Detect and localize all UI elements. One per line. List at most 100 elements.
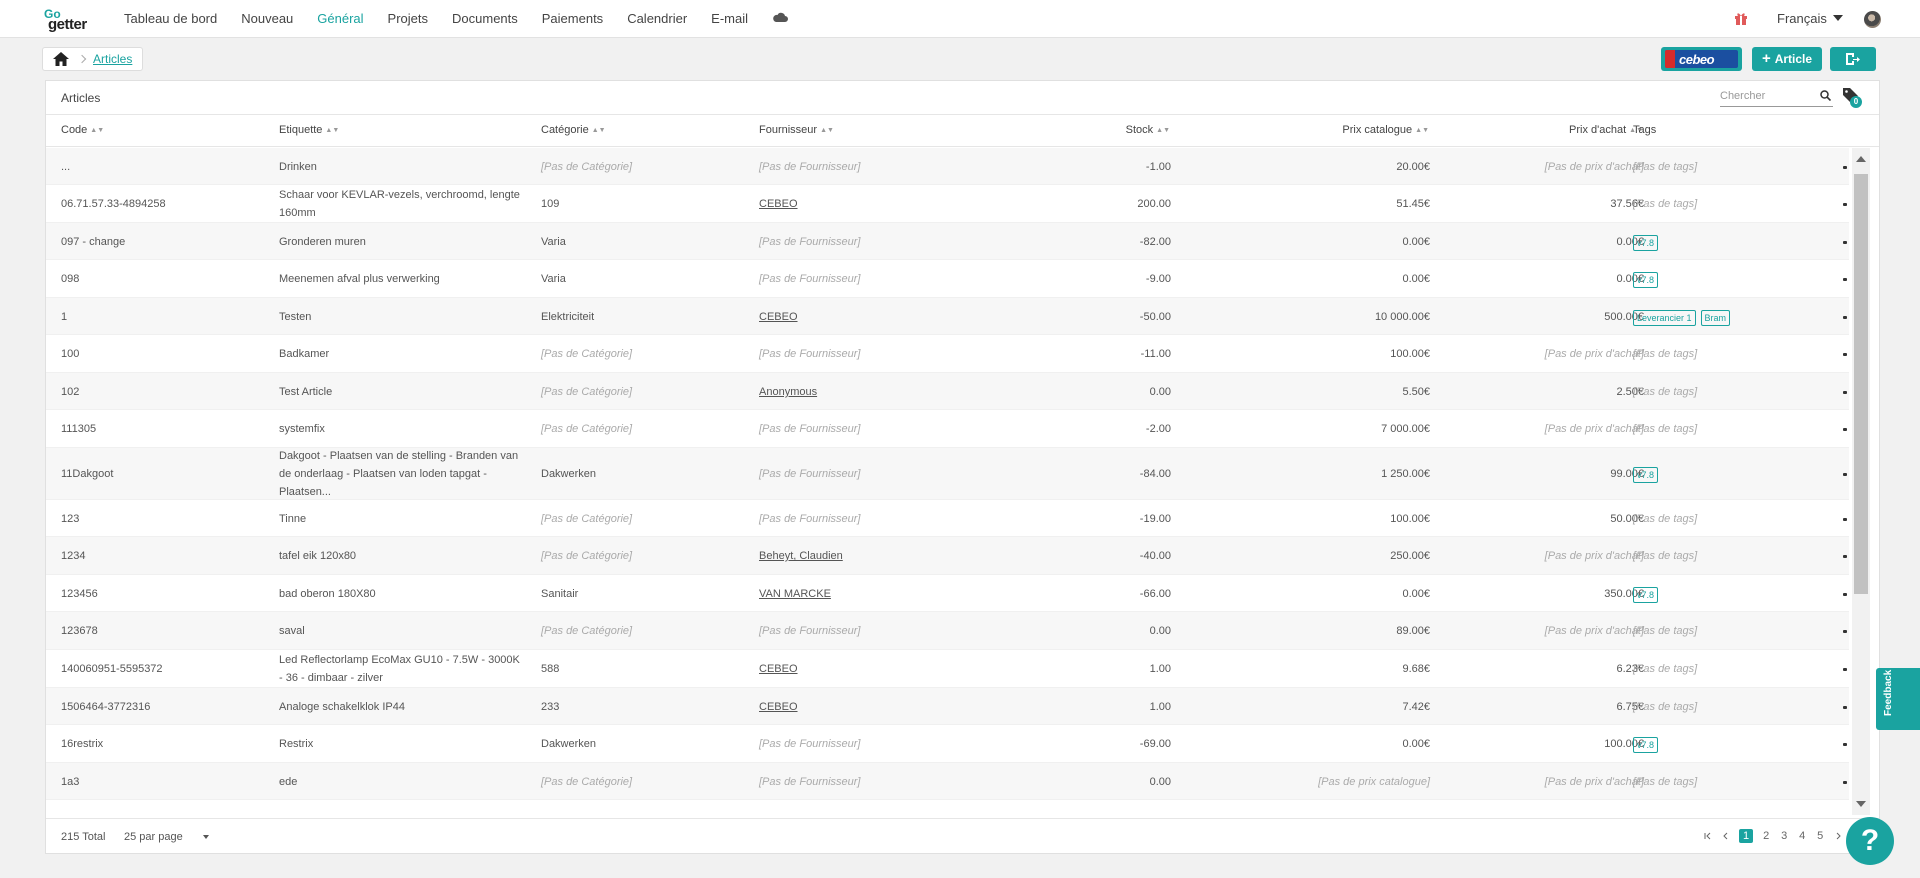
table-row[interactable]: 098 Meenemen afval plus verwerking Varia [P…: [46, 260, 1849, 298]
table-row[interactable]: 123678 saval [Pas de Catégorie] [Pas de Fou…: [46, 612, 1849, 650]
cell-supplier-link[interactable]: CEBEO: [759, 698, 798, 716]
cell-stock: 1.00: [1149, 701, 1171, 713]
scroll-down-arrow[interactable]: [1856, 801, 1866, 807]
tag-badge[interactable]: v7.8: [1633, 235, 1659, 251]
table-row[interactable]: ... Drinken [Pas de Catégorie] [Pas de Four…: [46, 148, 1849, 185]
column-header-stock[interactable]: Stock ▲▼: [1126, 124, 1170, 136]
column-header-categorie[interactable]: Catégorie ▲▼: [541, 124, 606, 136]
nav-paiements[interactable]: Paiements: [542, 11, 603, 26]
tag-badge[interactable]: v7.8: [1633, 467, 1659, 483]
row-menu-icon[interactable]: [1843, 555, 1847, 558]
row-menu-icon[interactable]: [1843, 593, 1847, 596]
cell-stock: -69.00: [1139, 738, 1171, 750]
cell-supplier: [Pas de Fournisseur]: [759, 236, 861, 248]
table-row[interactable]: 1234 tafel eik 120x80 [Pas de Catégorie] Be…: [46, 537, 1849, 575]
table-row[interactable]: 1506464-3772316 Analoge schakelklok IP44 2…: [46, 688, 1849, 725]
page-4[interactable]: 4: [1797, 830, 1807, 842]
scrollbar-thumb[interactable]: [1854, 174, 1868, 594]
language-selector[interactable]: Français: [1777, 11, 1843, 26]
row-menu-icon[interactable]: [1843, 203, 1847, 206]
table-row[interactable]: 102 Test Article [Pas de Catégorie] Anonymo…: [46, 373, 1849, 410]
row-menu-icon[interactable]: [1843, 278, 1847, 281]
table-row[interactable]: 1a3 ede [Pas de Catégorie] [Pas de Fourniss…: [46, 763, 1849, 800]
sort-icon: ▲▼: [1156, 127, 1170, 134]
cell-supplier-link[interactable]: CEBEO: [759, 660, 798, 678]
home-icon[interactable]: [53, 52, 69, 66]
table-row[interactable]: 16restrix Restrix Dakwerken [Pas de Fournis…: [46, 725, 1849, 763]
nav-calendrier[interactable]: Calendrier: [627, 11, 687, 26]
cell-code: 140060951-5595372: [61, 663, 163, 675]
next-page-icon[interactable]: [1833, 831, 1843, 841]
nav-general[interactable]: Général: [317, 11, 363, 26]
cell-supplier-link[interactable]: CEBEO: [759, 195, 798, 213]
per-page-select[interactable]: 25 par page: [124, 831, 209, 843]
search-box: [1720, 87, 1833, 107]
row-menu-icon[interactable]: [1843, 353, 1847, 356]
add-article-button[interactable]: + Article: [1752, 47, 1822, 71]
page-3[interactable]: 3: [1779, 830, 1789, 842]
row-menu-icon[interactable]: [1843, 743, 1847, 746]
row-menu-icon[interactable]: [1843, 781, 1847, 784]
export-button[interactable]: [1830, 47, 1876, 71]
tag-badge[interactable]: v7.8: [1633, 737, 1659, 753]
table-row[interactable]: 111305 systemfix [Pas de Catégorie] [Pas de…: [46, 410, 1849, 448]
tag-badge[interactable]: Bram: [1700, 310, 1731, 326]
table-row[interactable]: 123456 bad oberon 180X80 Sanitair VAN MARCK…: [46, 575, 1849, 612]
row-menu-icon[interactable]: [1843, 241, 1847, 244]
row-menu-icon[interactable]: [1843, 473, 1847, 476]
user-avatar[interactable]: [1864, 11, 1881, 28]
row-menu-icon[interactable]: [1843, 166, 1847, 169]
cebeo-button[interactable]: cebeo: [1661, 47, 1742, 71]
table-row[interactable]: 123 Tinne [Pas de Catégorie] [Pas de Fourni…: [46, 500, 1849, 537]
tag-badge[interactable]: v7.8: [1633, 272, 1659, 288]
table-row[interactable]: 06.71.57.33-4894258 Schaar voor KEVLAR-ve…: [46, 185, 1849, 223]
row-menu-icon[interactable]: [1843, 518, 1847, 521]
row-menu-icon[interactable]: [1843, 391, 1847, 394]
row-menu-icon[interactable]: [1843, 428, 1847, 431]
help-button[interactable]: ?: [1846, 817, 1894, 865]
table-row[interactable]: 11Dakgoot Dakgoot - Plaatsen van de stell…: [46, 448, 1849, 500]
table-header: Code ▲▼ Etiquette ▲▼ Catégorie ▲▼ Fournisse…: [46, 115, 1879, 147]
cell-supplier-link[interactable]: VAN MARCKE: [759, 585, 831, 603]
cloud-icon[interactable]: [772, 12, 789, 22]
nav-documents[interactable]: Documents: [452, 11, 518, 26]
cell-supplier-link[interactable]: CEBEO: [759, 308, 798, 326]
column-header-prix-achat[interactable]: Prix d'achat ▲▼: [1569, 124, 1643, 136]
breadcrumb-articles-link[interactable]: Articles: [93, 52, 132, 66]
nav-projets[interactable]: Projets: [388, 11, 428, 26]
table-row[interactable]: 140060951-5595372 Led Reflectorlamp EcoMa…: [46, 650, 1849, 688]
gogetter-logo[interactable]: Go getter: [44, 7, 100, 33]
table-row[interactable]: 097 - change Gronderen muren Varia [Pas de …: [46, 223, 1849, 260]
cell-category: [Pas de Catégorie]: [541, 161, 633, 173]
column-header-prix-catalogue[interactable]: Prix catalogue ▲▼: [1342, 124, 1429, 136]
scroll-up-arrow[interactable]: [1856, 156, 1866, 162]
column-header-etiquette[interactable]: Etiquette ▲▼: [279, 124, 339, 136]
row-menu-icon[interactable]: [1843, 668, 1847, 671]
cell-supplier-link[interactable]: Beheyt, Claudien: [759, 547, 843, 565]
row-menu-icon[interactable]: [1843, 316, 1847, 319]
cell-supplier-link[interactable]: Anonymous: [759, 383, 817, 401]
page-1[interactable]: 1: [1739, 829, 1754, 843]
search-icon[interactable]: [1820, 90, 1831, 101]
page-5[interactable]: 5: [1815, 830, 1825, 842]
tag-badge[interactable]: v7.8: [1633, 587, 1659, 603]
row-menu-icon[interactable]: [1843, 706, 1847, 709]
feedback-tab[interactable]: Feedback: [1876, 668, 1920, 730]
gift-icon[interactable]: [1734, 11, 1748, 25]
search-input[interactable]: [1720, 87, 1816, 105]
nav-nouveau[interactable]: Nouveau: [241, 11, 293, 26]
nav-tableau-de-bord[interactable]: Tableau de bord: [124, 11, 217, 26]
table-row[interactable]: 1 Testen Elektriciteit CEBEO -50.00 10 000.00…: [46, 298, 1849, 335]
page-2[interactable]: 2: [1761, 830, 1771, 842]
cell-code: 097 - change: [61, 236, 126, 248]
nav-email[interactable]: E-mail: [711, 11, 748, 26]
first-page-icon[interactable]: [1703, 831, 1713, 841]
previous-page-icon[interactable]: [1721, 831, 1731, 841]
column-header-code[interactable]: Code ▲▼: [61, 124, 104, 136]
chevron-down-icon: [202, 835, 209, 839]
tag-badge[interactable]: Leverancier 1: [1633, 310, 1696, 326]
column-header-fournisseur[interactable]: Fournisseur ▲▼: [759, 124, 834, 136]
cell-category: 588: [541, 663, 560, 675]
row-menu-icon[interactable]: [1843, 630, 1847, 633]
table-row[interactable]: 100 Badkamer [Pas de Catégorie] [Pas de Fou…: [46, 335, 1849, 373]
